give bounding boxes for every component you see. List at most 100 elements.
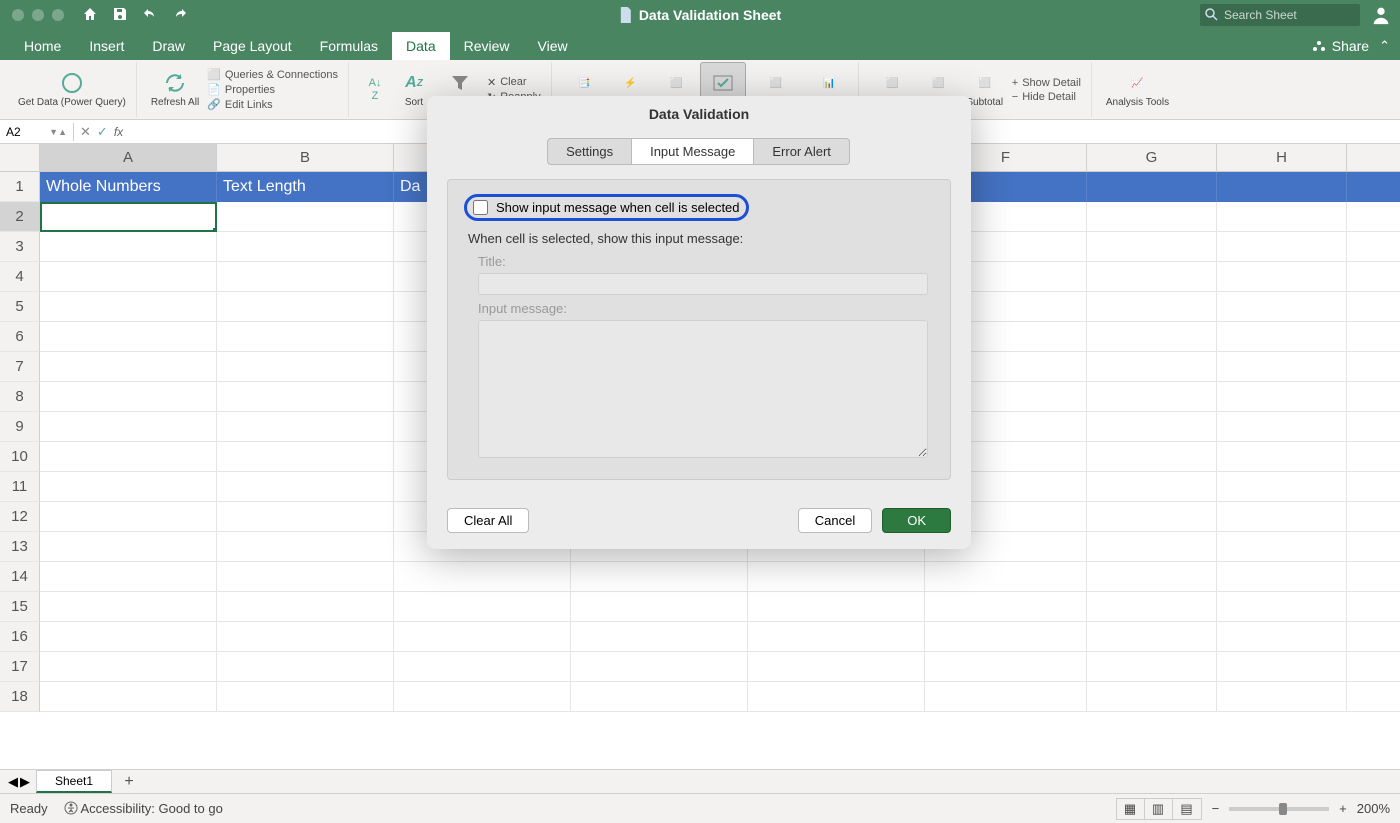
- tab-data[interactable]: Data: [392, 32, 450, 60]
- cell-A9[interactable]: [40, 412, 217, 442]
- cell-G9[interactable]: [1087, 412, 1217, 442]
- cell-I8[interactable]: [1347, 382, 1400, 412]
- cell-I6[interactable]: [1347, 322, 1400, 352]
- dialog-tab-error-alert[interactable]: Error Alert: [753, 138, 850, 165]
- cell-I13[interactable]: [1347, 532, 1400, 562]
- cell-H15[interactable]: [1217, 592, 1347, 622]
- page-layout-view-button[interactable]: ▥: [1145, 799, 1173, 819]
- cell-B16[interactable]: [217, 622, 394, 652]
- cell-D17[interactable]: [571, 652, 748, 682]
- cell-C15[interactable]: [394, 592, 571, 622]
- cell-E15[interactable]: [748, 592, 925, 622]
- ok-button[interactable]: OK: [882, 508, 951, 533]
- zoom-out-button[interactable]: −: [1212, 801, 1220, 816]
- row-header-10[interactable]: 10: [0, 442, 40, 472]
- row-header-15[interactable]: 15: [0, 592, 40, 622]
- row-header-1[interactable]: 1: [0, 172, 40, 202]
- row-header-3[interactable]: 3: [0, 232, 40, 262]
- cell-A8[interactable]: [40, 382, 217, 412]
- tab-view[interactable]: View: [524, 32, 582, 60]
- cell-A4[interactable]: [40, 262, 217, 292]
- column-header-B[interactable]: B: [217, 144, 394, 172]
- refresh-all-button[interactable]: Refresh All: [147, 62, 203, 117]
- row-header-13[interactable]: 13: [0, 532, 40, 562]
- cell-A15[interactable]: [40, 592, 217, 622]
- cell-A5[interactable]: [40, 292, 217, 322]
- cell-G11[interactable]: [1087, 472, 1217, 502]
- cell-H16[interactable]: [1217, 622, 1347, 652]
- cell-A7[interactable]: [40, 352, 217, 382]
- clear-all-button[interactable]: Clear All: [447, 508, 529, 533]
- sheet-nav-next-icon[interactable]: ▶: [20, 774, 30, 790]
- cell-G5[interactable]: [1087, 292, 1217, 322]
- name-box[interactable]: A2▼▲: [0, 123, 74, 141]
- cell-A17[interactable]: [40, 652, 217, 682]
- normal-view-button[interactable]: ▦: [1117, 799, 1145, 819]
- cell-G3[interactable]: [1087, 232, 1217, 262]
- zoom-window[interactable]: [52, 9, 64, 21]
- cell-A6[interactable]: [40, 322, 217, 352]
- cell-G7[interactable]: [1087, 352, 1217, 382]
- cell-B13[interactable]: [217, 532, 394, 562]
- cell-H4[interactable]: [1217, 262, 1347, 292]
- save-icon[interactable]: [112, 6, 128, 25]
- row-header-7[interactable]: 7: [0, 352, 40, 382]
- cell-A1[interactable]: Whole Numbers: [40, 172, 217, 202]
- cell-I11[interactable]: [1347, 472, 1400, 502]
- show-detail-button[interactable]: +Show Detail: [1012, 77, 1081, 89]
- cell-F18[interactable]: [925, 682, 1087, 712]
- cell-H5[interactable]: [1217, 292, 1347, 322]
- row-header-6[interactable]: 6: [0, 322, 40, 352]
- share-button[interactable]: Share: [1302, 32, 1379, 60]
- cancel-button[interactable]: Cancel: [798, 508, 872, 533]
- cell-B12[interactable]: [217, 502, 394, 532]
- cell-G15[interactable]: [1087, 592, 1217, 622]
- cell-G13[interactable]: [1087, 532, 1217, 562]
- cell-G1[interactable]: [1087, 172, 1217, 202]
- cell-B2[interactable]: [217, 202, 394, 232]
- cell-D16[interactable]: [571, 622, 748, 652]
- cell-H12[interactable]: [1217, 502, 1347, 532]
- close-window[interactable]: [12, 9, 24, 21]
- input-message-textarea[interactable]: [478, 320, 928, 458]
- redo-icon[interactable]: [172, 6, 188, 25]
- tab-page-layout[interactable]: Page Layout: [199, 32, 306, 60]
- cell-H7[interactable]: [1217, 352, 1347, 382]
- sort-az-button[interactable]: A↓Z: [359, 62, 391, 117]
- cell-A18[interactable]: [40, 682, 217, 712]
- cell-B7[interactable]: [217, 352, 394, 382]
- cell-I10[interactable]: [1347, 442, 1400, 472]
- enter-formula-icon[interactable]: ✓: [97, 124, 108, 140]
- cell-G12[interactable]: [1087, 502, 1217, 532]
- properties-button[interactable]: 📄Properties: [207, 83, 338, 96]
- cell-I3[interactable]: [1347, 232, 1400, 262]
- zoom-slider[interactable]: [1229, 807, 1329, 811]
- cell-I9[interactable]: [1347, 412, 1400, 442]
- cell-G6[interactable]: [1087, 322, 1217, 352]
- cell-H8[interactable]: [1217, 382, 1347, 412]
- cell-I5[interactable]: [1347, 292, 1400, 322]
- tab-review[interactable]: Review: [450, 32, 524, 60]
- cell-F15[interactable]: [925, 592, 1087, 622]
- cell-A16[interactable]: [40, 622, 217, 652]
- cell-I18[interactable]: [1347, 682, 1400, 712]
- collapse-ribbon-icon[interactable]: ⌃: [1379, 38, 1390, 54]
- cell-B3[interactable]: [217, 232, 394, 262]
- cell-H11[interactable]: [1217, 472, 1347, 502]
- cell-F17[interactable]: [925, 652, 1087, 682]
- sheet-tab-sheet1[interactable]: Sheet1: [36, 770, 112, 793]
- cell-A2[interactable]: [40, 202, 217, 232]
- cell-C14[interactable]: [394, 562, 571, 592]
- cell-I12[interactable]: [1347, 502, 1400, 532]
- cell-H17[interactable]: [1217, 652, 1347, 682]
- tab-insert[interactable]: Insert: [75, 32, 138, 60]
- cell-A3[interactable]: [40, 232, 217, 262]
- cell-G16[interactable]: [1087, 622, 1217, 652]
- home-icon[interactable]: [82, 6, 98, 25]
- cell-H2[interactable]: [1217, 202, 1347, 232]
- column-header-G[interactable]: G: [1087, 144, 1217, 172]
- cell-D18[interactable]: [571, 682, 748, 712]
- row-header-11[interactable]: 11: [0, 472, 40, 502]
- column-header-A[interactable]: A: [40, 144, 217, 172]
- cell-I7[interactable]: [1347, 352, 1400, 382]
